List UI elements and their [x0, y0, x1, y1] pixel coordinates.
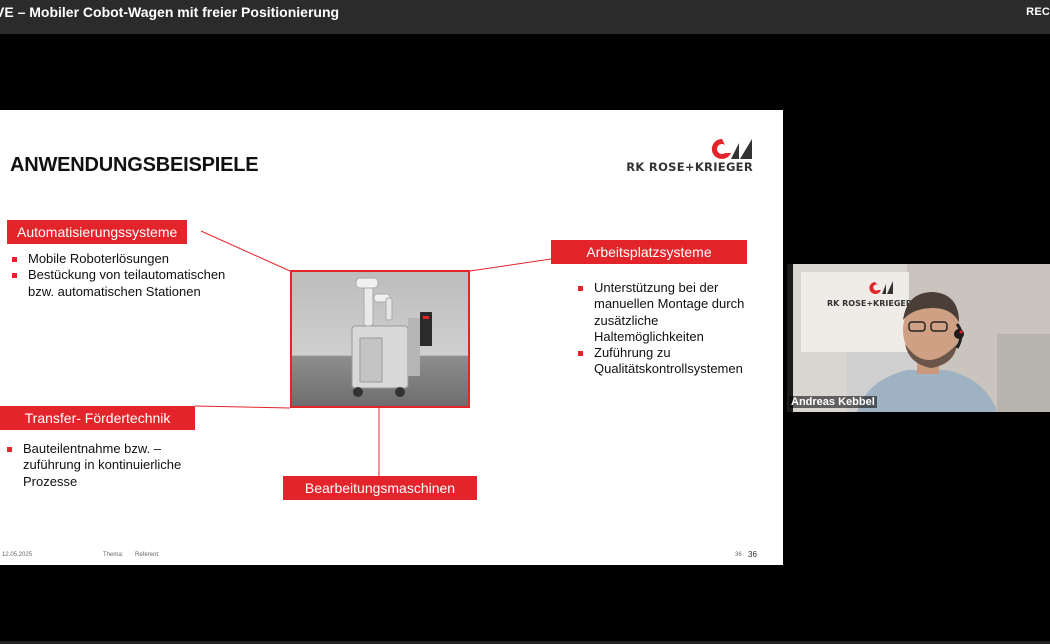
- list-item: Bauteilentnahme bzw. – zuführung in kont…: [5, 441, 195, 490]
- footer-topic: Thema:: [103, 552, 124, 558]
- footer-page-small: 36: [735, 552, 742, 558]
- footer-speaker: Referent:: [135, 552, 160, 558]
- speaker-video[interactable]: RK ROSE+KRIEGER Andreas Kebbel: [787, 264, 1050, 412]
- cobot-cart-photo: [290, 270, 470, 408]
- label-workplace: Arbeitsplatzsysteme: [551, 240, 747, 264]
- presentation-slide: ANWENDUNGSBEISPIELE RK ROSE+KRIEGER Auto…: [0, 110, 783, 565]
- list-item: Zuführung zu Qualitätskontrollsystemen: [576, 345, 766, 378]
- speaker-video-feed: RK ROSE+KRIEGER: [787, 264, 1050, 412]
- footer-date: 12.05.2025: [2, 552, 33, 558]
- speaker-name: Andreas Kebbel: [789, 396, 877, 408]
- meeting-title: VE – Mobiler Cobot-Wagen mit freier Posi…: [0, 4, 340, 20]
- cobot-cart-image: [292, 272, 468, 406]
- top-bar: VE – Mobiler Cobot-Wagen mit freier Posi…: [0, 0, 1050, 34]
- workplace-bullets: Unterstützung bei der manuellen Montage …: [576, 280, 766, 378]
- svg-text:RK ROSE+KRIEGER: RK ROSE+KRIEGER: [827, 299, 912, 308]
- label-automation: Automatisierungssysteme: [7, 220, 188, 244]
- list-item: Bestückung von teilautomatischen bzw. au…: [10, 267, 250, 300]
- footer-page-number: 36: [748, 550, 757, 559]
- list-item: Unterstützung bei der manuellen Montage …: [576, 280, 766, 345]
- automation-bullets: Mobile Roboterlösungen Bestückung von te…: [10, 251, 250, 300]
- label-machining: Bearbeitungsmaschinen: [283, 476, 477, 500]
- rk-logo-icon: [711, 138, 752, 159]
- slide-title: ANWENDUNGSBEISPIELE: [10, 154, 259, 176]
- transfer-bullets: Bauteilentnahme bzw. – zuführung in kont…: [5, 441, 195, 490]
- list-item: Mobile Roboterlösungen: [10, 251, 250, 267]
- rk-logo: RK ROSE+KRIEGER: [623, 138, 753, 174]
- logo-text: RK ROSE+KRIEGER: [626, 160, 753, 174]
- label-transfer: Transfer- Fördertechnik: [0, 406, 195, 430]
- meeting-window: VE – Mobiler Cobot-Wagen mit freier Posi…: [0, 0, 1050, 644]
- recording-indicator[interactable]: REC: [1026, 6, 1050, 18]
